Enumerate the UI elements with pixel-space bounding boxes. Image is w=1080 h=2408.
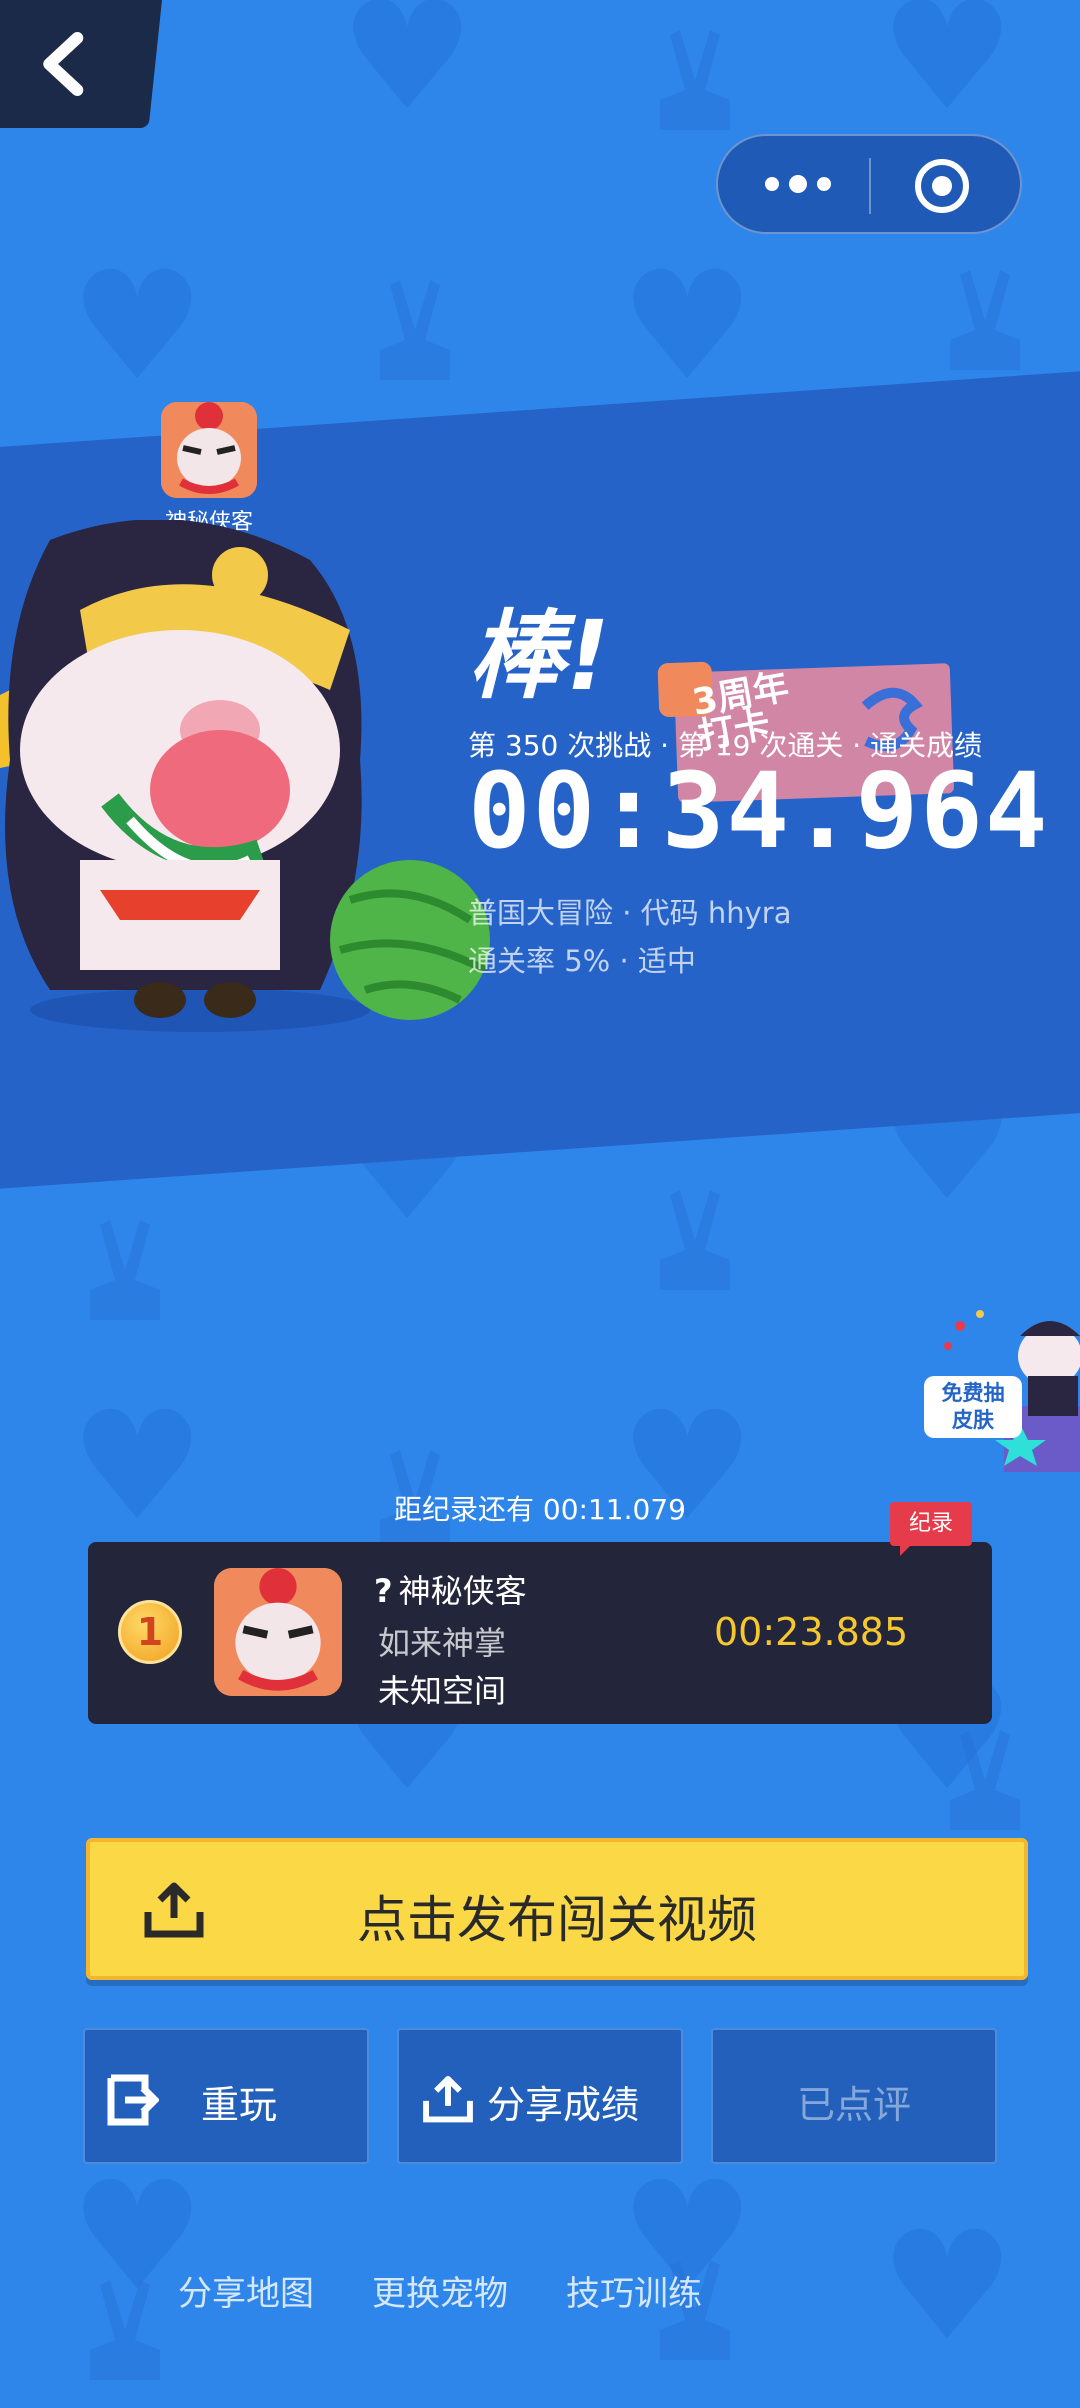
rabbit-ears-icon — [660, 30, 730, 130]
record-holder-name-text: 神秘侠客 — [398, 1572, 527, 1610]
record-holder-face-icon — [214, 1568, 342, 1696]
player-face-icon — [161, 402, 257, 498]
skill-training-link[interactable]: 技巧训练 — [566, 2266, 702, 2315]
record-map: 未知空间 — [378, 1672, 507, 1710]
map-info: 普国大冒险 · 代码 hhyra — [468, 896, 792, 930]
free-skin-badge[interactable]: 免费抽 皮肤 — [924, 1376, 1022, 1438]
chevron-left-icon — [43, 32, 84, 96]
heart-icon: ♥ — [880, 0, 1015, 144]
heart-icon: ♥ — [880, 2200, 1015, 2374]
share-score-label: 分享成绩 — [487, 2083, 640, 2127]
record-avatar — [214, 1568, 342, 1696]
back-button[interactable] — [0, 0, 162, 128]
change-pet-link[interactable]: 更换宠物 — [372, 2266, 508, 2315]
capsule-divider — [869, 158, 871, 214]
result-headline: 棒! — [468, 600, 612, 712]
question-mark-icon: ? — [374, 1572, 393, 1610]
pass-rate: 通关率 5% · 适中 — [468, 944, 696, 978]
rated-button[interactable]: 已点评 — [711, 2028, 997, 2164]
record-time: 00:23.885 — [714, 1610, 909, 1654]
rabbit-ears-icon — [380, 280, 450, 380]
mascot-illustration — [0, 520, 490, 1032]
target-circle-icon[interactable] — [912, 156, 972, 216]
record-holder-name: ? 神秘侠客 — [374, 1566, 527, 1612]
result-time: 00:34.964 — [468, 750, 1050, 872]
heart-icon: ♥ — [620, 240, 755, 414]
record-card[interactable]: 1 ? 神秘侠客 如来神掌 未知空间 00:23.885 — [88, 1542, 992, 1724]
rank-medal: 1 — [118, 1600, 182, 1664]
publish-video-label: 点击发布闯关视频 — [357, 1891, 757, 1949]
share-score-button[interactable]: 分享成绩 — [397, 2028, 683, 2164]
replay-icon — [107, 2074, 159, 2126]
replay-button[interactable]: 重玩 — [83, 2028, 369, 2164]
rated-label: 已点评 — [796, 2083, 911, 2127]
record-tag: 纪录 — [890, 1502, 972, 1556]
rabbit-ears-icon — [90, 2280, 160, 2380]
rabbit-ears-icon — [950, 1730, 1020, 1830]
record-holder-title: 如来神掌 — [378, 1624, 507, 1662]
share-map-link[interactable]: 分享地图 — [178, 2266, 314, 2315]
publish-video-button[interactable]: 点击发布闯关视频 — [86, 1838, 1028, 1980]
rabbit-ears-icon — [950, 270, 1020, 370]
rabbit-ears-icon — [90, 1220, 160, 1320]
replay-label: 重玩 — [201, 2083, 278, 2127]
player-avatar[interactable] — [161, 402, 257, 498]
mini-program-capsule — [716, 134, 1022, 234]
heart-icon: ♥ — [340, 0, 475, 144]
rabbit-ears-icon — [660, 1190, 730, 1290]
more-dots-icon[interactable] — [758, 162, 838, 206]
heart-icon: ♥ — [70, 240, 205, 414]
share-icon — [423, 2075, 473, 2123]
